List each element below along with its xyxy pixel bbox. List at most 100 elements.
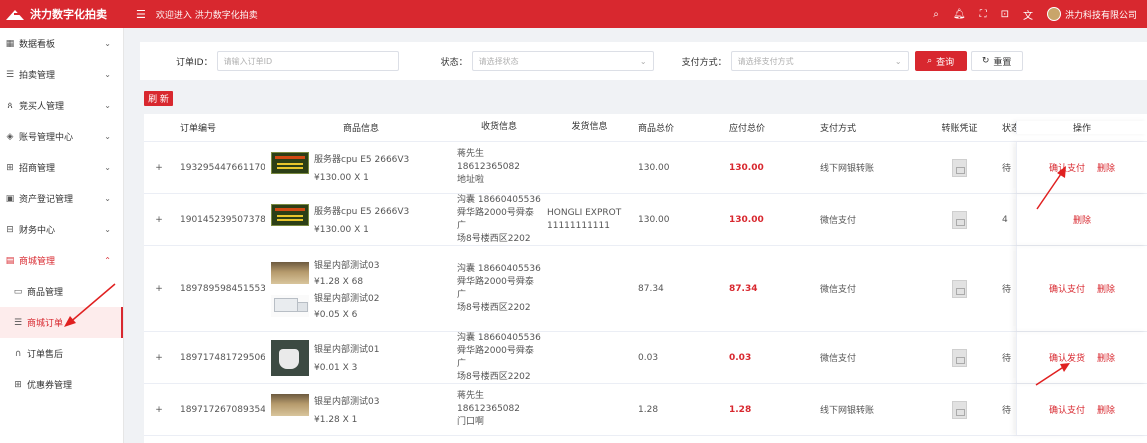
sidebar-item-mall-orders[interactable]: ☰ 商城订单 bbox=[0, 307, 123, 338]
main-content: 订单ID： 请输入订单ID 状态： 请选择状态 ⌄ 支付方式： 请选择支付方式 … bbox=[140, 42, 1147, 443]
goods-cell: 银星内部测试01 ¥0.01 X 3 bbox=[265, 332, 451, 383]
expand-row-button[interactable]: + bbox=[144, 246, 174, 331]
goods-name: 银星内部测试01 bbox=[314, 345, 380, 355]
delete-link[interactable]: 删除 bbox=[1097, 161, 1115, 174]
orders-table: 订单编号 商品信息 收货信息 发货信息 商品总价 应付总价 支付方式 转账凭证 … bbox=[144, 114, 1147, 443]
expand-row-button[interactable]: + bbox=[144, 384, 174, 435]
image-placeholder-icon[interactable] bbox=[952, 400, 967, 419]
delete-link[interactable]: 删除 bbox=[1097, 403, 1115, 416]
fullscreen-icon[interactable]: ⛶ bbox=[980, 9, 987, 20]
delete-link[interactable]: 删除 bbox=[1097, 282, 1115, 295]
status: 待 bbox=[1002, 164, 1012, 174]
expand-row-button[interactable]: + bbox=[144, 332, 174, 383]
chevron-down-icon: ⌄ bbox=[639, 56, 647, 66]
header-cell: 应付总价 bbox=[729, 124, 766, 134]
payable-total: 130.00 bbox=[729, 214, 764, 225]
sidebar-item-accounts[interactable]: ◈ 账号管理中心 ⌄ bbox=[0, 121, 123, 152]
order-no: 193295447661170... bbox=[180, 162, 265, 173]
goods-qty: ¥130.00 X 1 bbox=[314, 225, 369, 235]
table-row bbox=[144, 436, 1147, 443]
sidebar-item-dashboard[interactable]: ▦ 数据看板 ⌄ bbox=[0, 28, 123, 59]
translate-icon[interactable]: 文 bbox=[1023, 7, 1033, 22]
pay-method-select[interactable]: 请选择支付方式 ⌄ bbox=[730, 51, 909, 71]
delete-link[interactable]: 删除 bbox=[1097, 351, 1115, 364]
header-cell: 状态 bbox=[1002, 124, 1016, 134]
user-menu[interactable]: 洪力科技有限公司 bbox=[1046, 7, 1137, 21]
voucher-cell bbox=[923, 142, 996, 193]
finance-icon: ⊟ bbox=[6, 224, 14, 235]
sidebar-item-mall[interactable]: ▤ 商城管理 ⌃ bbox=[0, 245, 123, 276]
confirm-payment-link[interactable]: 确认支付 bbox=[1049, 161, 1085, 174]
goods-total: 87.34 bbox=[638, 283, 664, 294]
sidebar-item-investment[interactable]: ⊞ 招商管理 ⌄ bbox=[0, 152, 123, 183]
sidebar-item-finance[interactable]: ⊟ 财务中心 ⌄ bbox=[0, 214, 123, 245]
receiver-line: 门口啊 bbox=[457, 417, 485, 427]
image-placeholder-icon[interactable] bbox=[952, 210, 967, 229]
goods-item: 服务器cpu E5 2666V3 ¥130.00 X 1 bbox=[271, 204, 409, 235]
app-logo[interactable]: 洪力数字化拍卖 bbox=[0, 6, 124, 22]
bell-icon[interactable]: 🔔︎ bbox=[953, 9, 966, 20]
goods-name: 银星内部测试03 bbox=[314, 260, 380, 271]
status: 4 bbox=[1002, 214, 1008, 225]
table-row: + 189717481729506... 银星内部测试01 ¥0.01 X 3 … bbox=[144, 332, 1147, 384]
menu-toggle-icon[interactable]: ☰ bbox=[136, 8, 146, 21]
goods-cell: 服务器cpu E5 2666V3 ¥130.00 X 1 bbox=[265, 142, 451, 193]
sidebar-item-label: 财务中心 bbox=[19, 226, 56, 236]
receiver-line: 蒋先生 bbox=[457, 391, 485, 401]
sidebar-item-label: 优惠券管理 bbox=[27, 381, 73, 391]
image-placeholder-icon[interactable] bbox=[952, 279, 967, 298]
chevron-up-icon: ⌃ bbox=[104, 256, 111, 265]
confirm-shipment-link[interactable]: 确认发货 bbox=[1049, 351, 1085, 364]
search-button[interactable]: ⌕ 查询 bbox=[914, 51, 967, 71]
logo-icon bbox=[6, 8, 24, 20]
receiver-line: 18612365082 bbox=[457, 162, 520, 172]
goods-name: 银星内部测试03 bbox=[314, 397, 380, 407]
expand-row-button[interactable]: + bbox=[144, 194, 174, 245]
search-icon: ⌕ bbox=[927, 56, 933, 66]
receiver-line: 舜华路2000号舜泰广 bbox=[457, 207, 534, 231]
receiver-line: 场8号楼西区2202 bbox=[457, 302, 531, 313]
header-cell: 收货信息 bbox=[480, 122, 517, 132]
receiver-line: 沟囊 18660405536 bbox=[457, 194, 541, 205]
goods-item: 银星内部测试02 ¥0.05 X 6 bbox=[271, 291, 379, 320]
chevron-down-icon: ⌄ bbox=[104, 225, 111, 234]
sidebar-item-auction[interactable]: ☰ 拍卖管理 ⌄ bbox=[0, 59, 123, 90]
search-button-label: 查询 bbox=[936, 57, 955, 68]
sidebar-item-after-sales[interactable]: ∩ 订单售后 bbox=[0, 338, 123, 369]
header-cell: 商品信息 bbox=[342, 124, 379, 134]
headset-icon: ∩ bbox=[14, 348, 22, 359]
status-select[interactable]: 请选择状态 ⌄ bbox=[471, 51, 654, 71]
payable-total: 1.28 bbox=[729, 404, 752, 415]
expand-row-button[interactable]: + bbox=[144, 142, 174, 193]
lock-icon[interactable]: ⊡ bbox=[1001, 9, 1009, 20]
order-id-input[interactable]: 请输入订单ID bbox=[216, 51, 399, 71]
shipping-cell bbox=[541, 384, 632, 435]
sidebar-item-coupons[interactable]: ⊞ 优惠券管理 bbox=[0, 369, 123, 400]
sidebar-item-label: 数据看板 bbox=[19, 40, 56, 50]
filter-bar: 订单ID： 请输入订单ID 状态： 请选择状态 ⌄ 支付方式： 请选择支付方式 … bbox=[140, 42, 1147, 80]
sidebar-item-label: 拍卖管理 bbox=[19, 71, 56, 81]
search-icon[interactable]: ⌕ bbox=[933, 9, 939, 20]
sidebar-item-goods[interactable]: ▭ 商品管理 bbox=[0, 276, 123, 307]
sidebar-item-label: 商品管理 bbox=[27, 288, 64, 298]
order-no: 190145239507378... bbox=[180, 214, 265, 225]
delete-link[interactable]: 删除 bbox=[1073, 213, 1091, 226]
pay-method: 微信支付 bbox=[820, 216, 857, 226]
order-no: 189717267089354... bbox=[180, 404, 265, 415]
sidebar-item-label: 竞买人管理 bbox=[19, 102, 65, 112]
receiver-cell: 沟囊 18660405536 舜华路2000号舜泰广 场8号楼西区2202 bbox=[451, 194, 541, 245]
confirm-payment-link[interactable]: 确认支付 bbox=[1049, 282, 1085, 295]
goods-item: 服务器cpu E5 2666V3 ¥130.00 X 1 bbox=[271, 152, 409, 183]
reset-button[interactable]: ↻ 重置 bbox=[970, 51, 1023, 71]
image-placeholder-icon[interactable] bbox=[952, 158, 967, 177]
table-row: + 189717267089354... 银星内部测试03 ¥1.28 X 1 … bbox=[144, 384, 1147, 436]
pay-method: 线下网银转账 bbox=[820, 406, 875, 416]
image-placeholder-icon[interactable] bbox=[952, 348, 967, 367]
actions-cell: 确认发货 删除 bbox=[1016, 332, 1147, 383]
sidebar-item-assets[interactable]: ▣ 资产登记管理 ⌄ bbox=[0, 183, 123, 214]
order-id-placeholder: 请输入订单ID bbox=[223, 56, 273, 66]
voucher-cell bbox=[923, 384, 996, 435]
confirm-payment-link[interactable]: 确认支付 bbox=[1049, 403, 1085, 416]
refresh-button[interactable]: 刷 新 bbox=[144, 91, 173, 106]
sidebar-item-bidders[interactable]: ጰ 竞买人管理 ⌄ bbox=[0, 90, 123, 121]
